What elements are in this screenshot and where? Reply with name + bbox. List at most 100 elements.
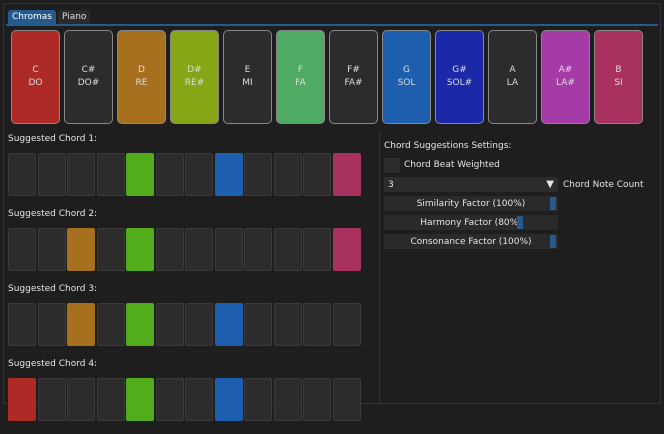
chord-cell[interactable] (155, 378, 184, 421)
note-name: G# (452, 65, 467, 75)
note-name: D (138, 65, 145, 75)
chord-cell[interactable] (185, 228, 213, 271)
chroma-keys: C DO C# DO# D RE D# RE# E MI F FA F# FA# G SOL G# SOL# A LA… (11, 30, 643, 124)
chord-cell[interactable] (244, 228, 272, 271)
solfege-name: LA (506, 78, 519, 88)
chroma-key-c-sharp[interactable]: C# DO# (64, 30, 113, 124)
chord-cell[interactable] (155, 153, 184, 196)
chord-cell[interactable] (185, 378, 213, 421)
chord-cell[interactable] (214, 153, 243, 196)
solfege-name: LA# (556, 78, 575, 88)
chord-cell[interactable] (244, 153, 272, 196)
chord-cell[interactable] (37, 153, 66, 196)
chord-cell[interactable] (273, 153, 302, 196)
slider-grab[interactable] (550, 197, 556, 210)
chord-cell[interactable] (273, 303, 302, 346)
settings-title: Chord Suggestions Settings: (384, 140, 512, 151)
chord-cell[interactable] (37, 378, 66, 421)
tab-underline (6, 24, 658, 26)
chroma-key-d-sharp[interactable]: D# RE# (170, 30, 219, 124)
chord-cell[interactable] (303, 378, 331, 421)
note-name: C (32, 65, 39, 75)
suggested-chord-2 (8, 228, 376, 271)
combo-value: 3 (388, 179, 394, 190)
solfege-name: RE (135, 78, 148, 88)
slider-grab[interactable] (517, 216, 523, 229)
chord-note-count-combo[interactable]: 3 ▼ (384, 177, 558, 192)
chord-cell[interactable] (96, 303, 125, 346)
chroma-key-e[interactable]: E MI (223, 30, 272, 124)
chord-beat-weighted-checkbox[interactable] (384, 157, 400, 173)
chord-cell[interactable] (155, 228, 184, 271)
suggested-chord-1 (8, 153, 376, 196)
triangle-down-icon: ▼ (546, 179, 554, 190)
chord-cell[interactable] (67, 153, 95, 196)
chroma-key-f-sharp[interactable]: F# FA# (329, 30, 378, 124)
chord-cell[interactable] (8, 303, 36, 346)
chord-cell[interactable] (8, 153, 36, 196)
chord-cell[interactable] (67, 228, 95, 271)
chroma-key-a-sharp[interactable]: A# LA# (541, 30, 590, 124)
chord-note-count-label: Chord Note Count (563, 179, 644, 190)
tab-chromas[interactable]: Chromas (8, 10, 56, 24)
note-name: D# (187, 65, 202, 75)
chord-cell[interactable] (126, 153, 154, 196)
chord-cell[interactable] (273, 228, 302, 271)
chord-cell[interactable] (96, 378, 125, 421)
slider-0[interactable]: Similarity Factor (100%) (384, 196, 558, 211)
chord-beat-weighted-label: Chord Beat Weighted (404, 160, 500, 170)
divider (379, 132, 380, 404)
chroma-key-f[interactable]: F FA (276, 30, 325, 124)
chord-cell[interactable] (244, 303, 272, 346)
note-name: B (615, 65, 622, 75)
chord-cell[interactable] (332, 153, 361, 196)
chroma-key-a[interactable]: A LA (488, 30, 537, 124)
slider-1[interactable]: Harmony Factor (80%) (384, 215, 558, 230)
chord-cell[interactable] (273, 378, 302, 421)
chroma-key-g[interactable]: G SOL (382, 30, 431, 124)
suggested-chord-label: Suggested Chord 3: (8, 284, 98, 294)
chord-cell[interactable] (332, 303, 361, 346)
solfege-name: FA# (344, 78, 363, 88)
chroma-key-d[interactable]: D RE (117, 30, 166, 124)
note-name: A (509, 65, 516, 75)
tab-bar: Chromas Piano (8, 10, 91, 24)
chord-cell[interactable] (96, 228, 125, 271)
chord-cell[interactable] (332, 378, 361, 421)
chord-cell[interactable] (37, 303, 66, 346)
chord-cell[interactable] (126, 303, 154, 346)
slider-grab[interactable] (550, 235, 556, 248)
chord-cell[interactable] (155, 303, 184, 346)
chord-cell[interactable] (214, 378, 243, 421)
chord-cell[interactable] (303, 303, 331, 346)
slider-label: Similarity Factor (100%) (416, 198, 526, 209)
note-name: F (297, 65, 304, 75)
solfege-name: RE# (184, 78, 205, 88)
chord-cell[interactable] (67, 303, 95, 346)
chord-cell[interactable] (126, 228, 154, 271)
chroma-key-b[interactable]: B SI (594, 30, 643, 124)
suggested-chord-label: Suggested Chord 2: (8, 209, 98, 219)
chord-cell[interactable] (303, 153, 331, 196)
chord-cell[interactable] (303, 228, 331, 271)
suggested-chord-label: Suggested Chord 4: (8, 359, 98, 369)
chord-cell[interactable] (96, 153, 125, 196)
chord-cell[interactable] (8, 378, 36, 421)
chord-cell[interactable] (8, 228, 36, 271)
chord-cell[interactable] (244, 378, 272, 421)
chord-cell[interactable] (214, 228, 243, 271)
slider-2[interactable]: Consonance Factor (100%) (384, 234, 558, 249)
tab-piano[interactable]: Piano (57, 10, 91, 24)
suggested-chords-panel: Suggested Chord 1: Suggested Chord 2: Sugg… (8, 134, 376, 434)
chroma-key-c[interactable]: C DO (11, 30, 60, 124)
chroma-key-g-sharp[interactable]: G# SOL# (435, 30, 484, 124)
solfege-name: FA (295, 78, 306, 88)
chord-cell[interactable] (67, 378, 95, 421)
chord-cell[interactable] (126, 378, 154, 421)
slider-label: Consonance Factor (100%) (410, 236, 532, 247)
chord-cell[interactable] (185, 303, 213, 346)
chord-cell[interactable] (37, 228, 66, 271)
chord-cell[interactable] (332, 228, 361, 271)
chord-cell[interactable] (185, 153, 213, 196)
chord-cell[interactable] (214, 303, 243, 346)
